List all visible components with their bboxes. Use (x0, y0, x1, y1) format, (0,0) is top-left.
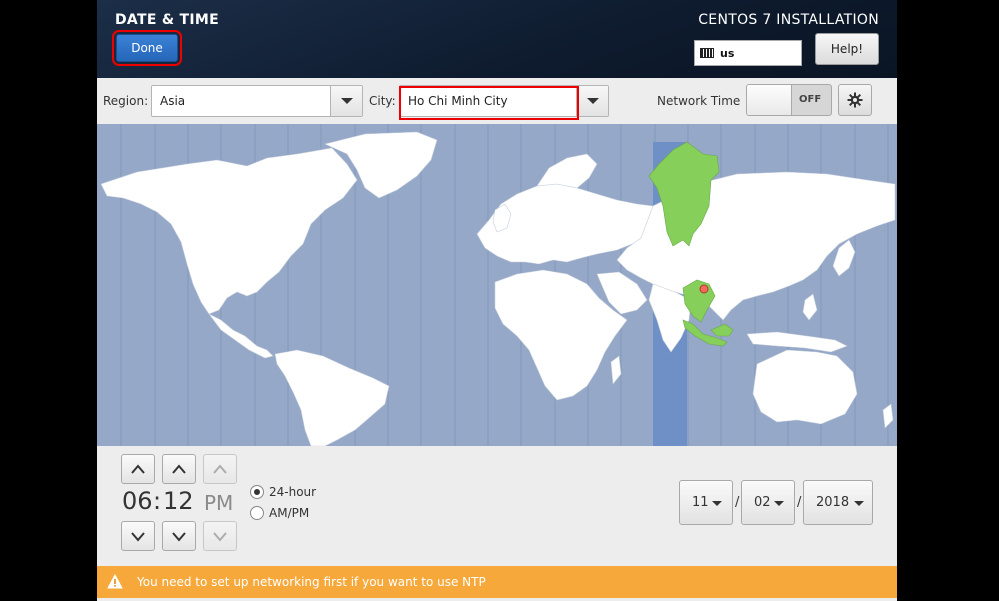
chevron-down-icon (854, 501, 864, 506)
month-value: 11 (692, 495, 709, 510)
format-24h-radio[interactable] (250, 485, 264, 499)
warning-bar: You need to set up networking first if y… (97, 566, 897, 598)
keyboard-layout-indicator[interactable]: us (694, 40, 802, 66)
region-dropdown-button[interactable] (330, 86, 362, 116)
chevron-up-icon (172, 464, 186, 474)
region-combo[interactable]: Asia (151, 85, 363, 117)
hour-down-button[interactable] (121, 521, 155, 551)
date-time-controls: 06 : 12 PM 24-hour AM/PM 11 / 02 / 2018 (97, 446, 897, 566)
day-value: 02 (754, 495, 771, 510)
switch-state: OFF (799, 94, 822, 105)
timezone-map[interactable] (97, 124, 897, 446)
chevron-up-icon (213, 464, 227, 474)
page-title: DATE & TIME (115, 12, 219, 28)
format-24h-label: 24-hour (269, 485, 317, 499)
region-label: Region: (103, 94, 149, 108)
format-ampm-radio[interactable] (250, 506, 264, 520)
done-button[interactable]: Done (112, 30, 182, 66)
keyboard-layout-label: us (720, 46, 735, 60)
help-button[interactable]: Help! (815, 33, 879, 65)
minutes-value: 12 (163, 487, 194, 515)
location-toolbar: Region: Asia City: Ho Chi Minh City Netw… (97, 78, 897, 124)
date-separator: / (797, 495, 802, 510)
chevron-down-icon (774, 501, 784, 506)
keyboard-icon (700, 48, 714, 58)
chevron-down-icon (131, 532, 145, 542)
header-bar: DATE & TIME Done CENTOS 7 INSTALLATION u… (97, 0, 897, 78)
chevron-down-icon (341, 98, 353, 104)
gear-icon (847, 92, 863, 108)
ampm-value: PM (204, 491, 234, 515)
city-pin[interactable] (699, 284, 709, 294)
format-ampm-label: AM/PM (269, 506, 310, 520)
minute-down-button[interactable] (162, 521, 196, 551)
ampm-down-button[interactable] (203, 521, 237, 551)
region-value: Asia (160, 94, 186, 108)
hour-up-button[interactable] (121, 454, 155, 484)
warning-icon (107, 574, 123, 589)
ampm-up-button[interactable] (203, 454, 237, 484)
switch-knob (747, 85, 792, 115)
chevron-up-icon (131, 464, 145, 474)
city-dropdown-button[interactable] (576, 86, 608, 116)
day-combo[interactable]: 02 (741, 480, 795, 525)
australia (752, 349, 858, 425)
warning-message: You need to set up networking first if y… (137, 575, 486, 589)
network-time-label: Network Time (657, 94, 741, 108)
month-combo[interactable]: 11 (679, 480, 733, 525)
date-time-spoke: DATE & TIME Done CENTOS 7 INSTALLATION u… (97, 0, 897, 601)
ntp-config-button[interactable] (838, 84, 872, 116)
network-time-switch[interactable]: OFF (746, 84, 832, 116)
chevron-down-icon (587, 98, 599, 104)
installation-title: CENTOS 7 INSTALLATION (698, 12, 879, 28)
date-separator: / (735, 495, 740, 510)
year-value: 2018 (816, 495, 850, 510)
chevron-down-icon (712, 501, 722, 506)
chevron-down-icon (213, 532, 227, 542)
time-separator: : (153, 487, 162, 515)
city-label: City: (369, 94, 396, 108)
year-combo[interactable]: 2018 (803, 480, 873, 525)
city-highlight (399, 86, 579, 120)
chevron-down-icon (172, 532, 186, 542)
minute-up-button[interactable] (162, 454, 196, 484)
hours-value: 06 (122, 487, 153, 515)
